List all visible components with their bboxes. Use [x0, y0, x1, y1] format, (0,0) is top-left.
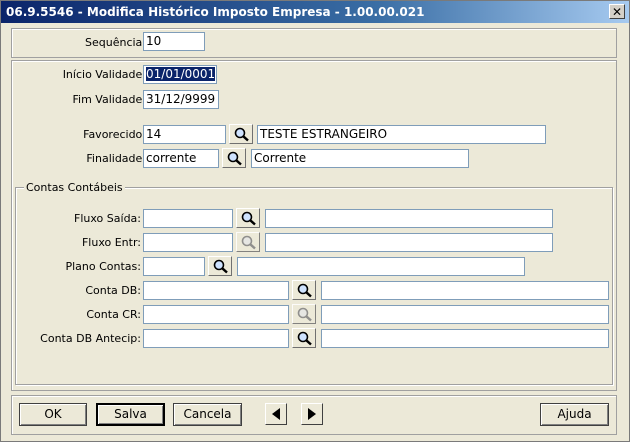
next-record-button[interactable]	[301, 403, 323, 425]
conta-cr-label: Conta CR:	[86, 308, 141, 321]
plano-contas-lookup-button[interactable]	[208, 256, 232, 276]
conta-cr-description-field[interactable]	[321, 305, 609, 324]
inicio-validade-label: Início Validade:	[62, 68, 146, 81]
magnifier-icon	[227, 151, 242, 166]
finalidade-lookup-button[interactable]	[222, 148, 246, 168]
fluxo-saida-code-field[interactable]	[143, 209, 233, 228]
conta-db-label: Conta DB:	[85, 284, 141, 297]
finalidade-label: Finalidade:	[86, 152, 146, 165]
plano-contas-description-field[interactable]	[237, 257, 525, 276]
conta-db-lookup-button[interactable]	[292, 280, 316, 300]
fluxo-saida-description-field[interactable]	[265, 209, 553, 228]
sequencia-label: Sequência:	[85, 36, 146, 49]
plano-contas-label: Plano Contas:	[65, 260, 141, 273]
cancela-button[interactable]: Cancela	[173, 403, 242, 426]
fluxo-entr-description-field[interactable]	[265, 233, 553, 252]
magnifier-icon	[297, 307, 312, 322]
close-button[interactable]: ✕	[609, 4, 625, 19]
magnifier-icon	[234, 127, 249, 142]
footer-panel: OK Salva Cancela Ajuda	[11, 395, 617, 435]
finalidade-description-field[interactable]: Corrente	[251, 149, 469, 168]
sequencia-field[interactable]: 10	[143, 32, 205, 51]
window-title: 06.9.5546 - Modifica Histórico Imposto E…	[6, 5, 425, 19]
magnifier-icon	[297, 283, 312, 298]
sequencia-panel: Sequência: 10	[11, 28, 617, 58]
favorecido-description-field[interactable]: TESTE ESTRANGEIRO	[257, 125, 546, 144]
conta-db-antecip-lookup-button[interactable]	[292, 328, 316, 348]
finalidade-code-field[interactable]: corrente	[143, 149, 219, 168]
fim-validade-label: Fim Validade:	[72, 93, 147, 106]
inicio-validade-field[interactable]: 01/01/0001	[143, 65, 217, 84]
conta-db-antecip-description-field[interactable]	[321, 329, 609, 348]
conta-db-antecip-code-field[interactable]	[143, 329, 289, 348]
plano-contas-code-field[interactable]	[143, 257, 205, 276]
magnifier-icon	[241, 235, 256, 250]
main-panel: Início Validade: 01/01/0001 Fim Validade…	[11, 60, 617, 391]
dialog-window: 06.9.5546 - Modifica Histórico Imposto E…	[0, 0, 630, 442]
conta-db-antecip-label: Conta DB Antecip:	[40, 332, 141, 345]
fluxo-entr-lookup-button[interactable]	[236, 232, 260, 252]
fim-validade-field[interactable]: 31/12/9999	[143, 90, 219, 109]
arrow-right-icon	[308, 408, 316, 420]
favorecido-lookup-button[interactable]	[229, 124, 253, 144]
conta-cr-code-field[interactable]	[143, 305, 289, 324]
ok-button[interactable]: OK	[19, 403, 87, 426]
previous-record-button[interactable]	[265, 403, 287, 425]
fluxo-entr-label: Fluxo Entr:	[81, 236, 141, 249]
magnifier-icon	[241, 211, 256, 226]
arrow-left-icon	[272, 408, 280, 420]
fluxo-saida-lookup-button[interactable]	[236, 208, 260, 228]
ajuda-button[interactable]: Ajuda	[540, 403, 609, 426]
salva-button[interactable]: Salva	[96, 403, 165, 426]
title-bar: 06.9.5546 - Modifica Histórico Imposto E…	[1, 1, 629, 23]
fluxo-saida-label: Fluxo Saída:	[74, 212, 141, 225]
fluxo-entr-code-field[interactable]	[143, 233, 233, 252]
contas-contabeis-legend: Contas Contábeis	[24, 181, 125, 194]
magnifier-icon	[213, 259, 228, 274]
favorecido-label: Favorecido:	[83, 128, 146, 141]
magnifier-icon	[297, 331, 312, 346]
conta-db-description-field[interactable]	[321, 281, 609, 300]
conta-db-code-field[interactable]	[143, 281, 289, 300]
favorecido-code-field[interactable]: 14	[143, 125, 226, 144]
conta-cr-lookup-button[interactable]	[292, 304, 316, 324]
